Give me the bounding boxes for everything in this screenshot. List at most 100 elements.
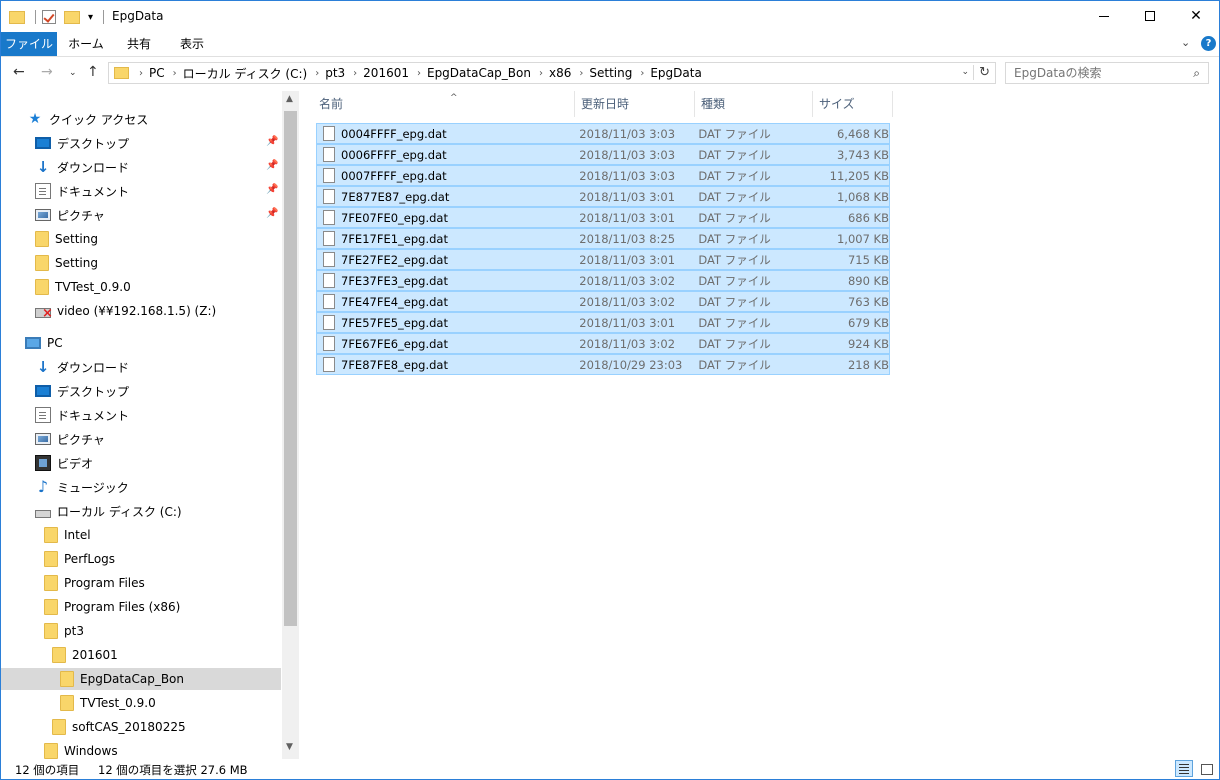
nav-item-windows[interactable]: Windows (1, 740, 281, 759)
folder-icon (35, 231, 49, 247)
file-date: 2018/10/29 23:03 (579, 357, 683, 372)
nav-item-desktop[interactable]: デスクトップ (1, 132, 281, 154)
large-icons-view-icon[interactable] (1198, 761, 1214, 776)
breadcrumb-epgdata[interactable]: EpgData (650, 66, 701, 80)
chevron-right-icon[interactable]: › (315, 68, 319, 79)
file-row[interactable]: 7FE87FE8_epg.dat 2018/10/29 23:03 DAT ファ… (316, 354, 890, 375)
nav-item-pictures[interactable]: ピクチャ (1, 204, 281, 226)
new-folder-icon[interactable] (64, 10, 80, 24)
column-header-type[interactable]: 種類 (695, 91, 813, 117)
nav-item-documents[interactable]: ドキュメント (1, 404, 281, 426)
navigation-scrollbar[interactable]: ▲ ▼ (282, 91, 299, 759)
file-row[interactable]: 7FE47FE4_epg.dat 2018/11/03 3:02 DAT ファイ… (316, 291, 890, 312)
nav-item-pc[interactable]: PC (1, 332, 281, 354)
close-button[interactable]: ✕ (1173, 1, 1219, 31)
column-header-date[interactable]: 更新日時 (575, 91, 695, 117)
maximize-icon (1145, 11, 1155, 21)
tab-share[interactable]: 共有 (115, 32, 163, 56)
address-bar[interactable]: › PC › ローカル ディスク (C:) › pt3 › 201601 › E… (108, 62, 996, 84)
chevron-right-icon[interactable]: › (173, 68, 177, 79)
file-row[interactable]: 7FE27FE2_epg.dat 2018/11/03 3:01 DAT ファイ… (316, 249, 890, 270)
nav-item-pt3[interactable]: pt3 (1, 620, 281, 642)
expand-ribbon-chevron-icon[interactable]: ⌄ (1181, 36, 1190, 49)
nav-item-video-network-drive[interactable]: video (¥¥192.168.1.5) (Z:) (1, 300, 281, 322)
file-row[interactable]: 7FE37FE3_epg.dat 2018/11/03 3:02 DAT ファイ… (316, 270, 890, 291)
tab-file[interactable]: ファイル (1, 32, 57, 56)
nav-item-intel[interactable]: Intel (1, 524, 281, 546)
nav-item-desktop[interactable]: デスクトップ (1, 380, 281, 402)
chevron-right-icon[interactable]: › (640, 68, 644, 79)
nav-item-tvtest[interactable]: TVTest_0.9.0 (1, 692, 281, 714)
back-arrow-icon[interactable]: ← (13, 64, 25, 80)
breadcrumb-x86[interactable]: x86 (549, 66, 571, 80)
search-icon[interactable]: ⌕ (1193, 66, 1200, 81)
help-icon[interactable]: ? (1201, 36, 1216, 51)
nav-item-music[interactable]: ♪ ミュージック (1, 476, 281, 498)
nav-item-softcas[interactable]: softCAS_20180225 (1, 716, 281, 738)
nav-item-downloads[interactable]: ↓ ダウンロード (1, 156, 281, 178)
search-box[interactable]: ⌕ (1005, 62, 1209, 84)
folder-icon (44, 623, 58, 639)
scroll-up-arrow-icon[interactable]: ▲ (286, 94, 293, 104)
nav-item-tvtest[interactable]: TVTest_0.9.0 (1, 276, 281, 298)
file-size: 715 KB (847, 252, 889, 267)
scroll-down-arrow-icon[interactable]: ▼ (286, 742, 293, 752)
pin-icon[interactable]: 📌 (266, 136, 278, 147)
tab-view[interactable]: 表示 (167, 32, 217, 56)
nav-item-local-disk[interactable]: ローカル ディスク (C:) (1, 500, 281, 522)
file-row[interactable]: 0006FFFF_epg.dat 2018/11/03 3:03 DAT ファイ… (316, 144, 890, 165)
nav-item-pictures[interactable]: ピクチャ (1, 428, 281, 450)
recent-locations-chevron-icon[interactable]: ⌄ (69, 68, 77, 78)
file-row[interactable]: 7FE17FE1_epg.dat 2018/11/03 8:25 DAT ファイ… (316, 228, 890, 249)
up-arrow-icon[interactable]: ↑ (87, 64, 99, 80)
toolbar-separator (103, 10, 105, 24)
nav-item-setting[interactable]: Setting (1, 228, 281, 250)
nav-item-201601[interactable]: 201601 (1, 644, 281, 666)
breadcrumb-pt3[interactable]: pt3 (325, 66, 345, 80)
nav-item-videos[interactable]: ビデオ (1, 452, 281, 474)
breadcrumb-epgdatacap-bon[interactable]: EpgDataCap_Bon (427, 66, 531, 80)
file-row[interactable]: 0007FFFF_epg.dat 2018/11/03 3:03 DAT ファイ… (316, 165, 890, 186)
chevron-right-icon[interactable]: › (417, 68, 421, 79)
nav-item-program-files-x86[interactable]: Program Files (x86) (1, 596, 281, 618)
minimize-button[interactable] (1081, 1, 1127, 31)
properties-icon[interactable] (42, 10, 56, 24)
maximize-button[interactable] (1127, 1, 1173, 31)
details-view-icon[interactable] (1175, 760, 1193, 777)
tab-home[interactable]: ホーム (59, 32, 113, 56)
chevron-right-icon[interactable]: › (139, 68, 143, 79)
nav-item-program-files[interactable]: Program Files (1, 572, 281, 594)
file-row[interactable]: 7E877E87_epg.dat 2018/11/03 3:01 DAT ファイ… (316, 186, 890, 207)
nav-item-downloads[interactable]: ↓ ダウンロード (1, 356, 281, 378)
file-row[interactable]: 7FE57FE5_epg.dat 2018/11/03 3:01 DAT ファイ… (316, 312, 890, 333)
chevron-right-icon[interactable]: › (353, 68, 357, 79)
file-row[interactable]: 7FE67FE6_epg.dat 2018/11/03 3:02 DAT ファイ… (316, 333, 890, 354)
scroll-thumb[interactable] (284, 111, 297, 626)
breadcrumb-pc[interactable]: PC (149, 66, 165, 80)
nav-item-perflogs[interactable]: PerfLogs (1, 548, 281, 570)
nav-item-setting[interactable]: Setting (1, 252, 281, 274)
nav-item-quick-access[interactable]: ★ クイック アクセス (1, 108, 281, 130)
nav-item-documents[interactable]: ドキュメント (1, 180, 281, 202)
file-date: 2018/11/03 3:03 (579, 168, 676, 183)
forward-arrow-icon[interactable]: → (41, 64, 53, 80)
file-row[interactable]: 0004FFFF_epg.dat 2018/11/03 3:03 DAT ファイ… (316, 123, 890, 144)
breadcrumb-setting[interactable]: Setting (589, 66, 632, 80)
search-input[interactable] (1006, 63, 1176, 83)
customize-toolbar-dropdown-icon[interactable]: ▾ (88, 12, 93, 23)
file-icon (323, 210, 335, 225)
pin-icon[interactable]: 📌 (266, 184, 278, 195)
chevron-right-icon[interactable]: › (579, 68, 583, 79)
column-header-size[interactable]: サイズ (813, 91, 893, 117)
file-row[interactable]: 7FE07FE0_epg.dat 2018/11/03 3:01 DAT ファイ… (316, 207, 890, 228)
breadcrumb-local-disk[interactable]: ローカル ディスク (C:) (183, 65, 308, 82)
column-header-name[interactable]: 名前 ^ (313, 91, 575, 117)
refresh-icon[interactable]: ↻ (973, 65, 990, 80)
nav-item-epgdatacap-bon[interactable]: EpgDataCap_Bon (1, 668, 281, 690)
address-history-chevron-icon[interactable]: ⌄ (961, 67, 969, 77)
breadcrumb-201601[interactable]: 201601 (363, 66, 409, 80)
pin-icon[interactable]: 📌 (266, 160, 278, 171)
chevron-right-icon[interactable]: › (539, 68, 543, 79)
folder-icon (44, 599, 58, 615)
pin-icon[interactable]: 📌 (266, 208, 278, 219)
